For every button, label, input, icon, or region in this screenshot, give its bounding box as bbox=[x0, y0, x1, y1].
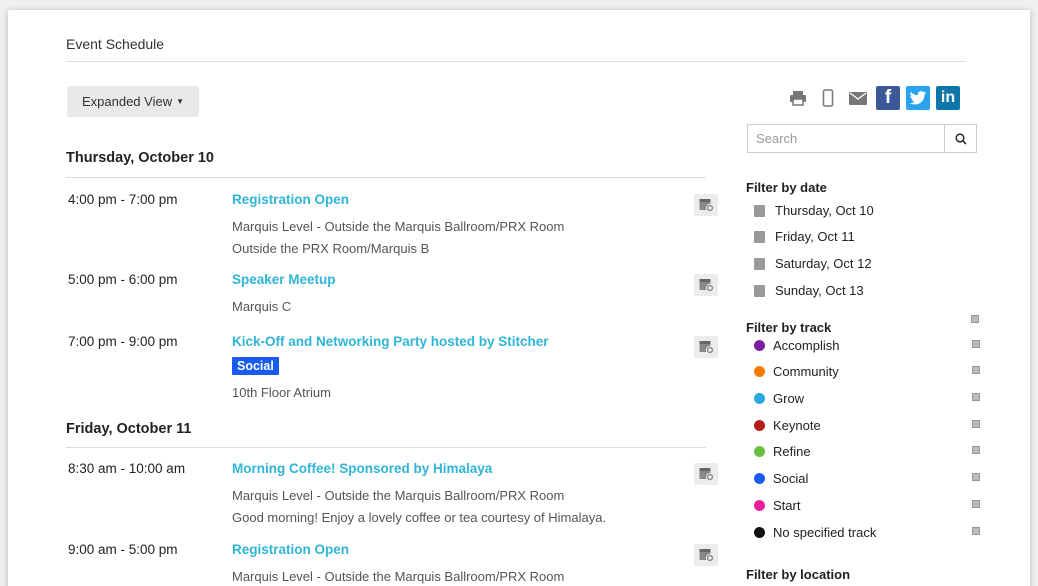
track-color-dot bbox=[754, 393, 765, 404]
search-input[interactable] bbox=[748, 125, 944, 152]
day-header-thursday: Thursday, October 10 bbox=[66, 150, 214, 166]
search-icon bbox=[954, 132, 967, 145]
day-divider bbox=[66, 177, 706, 178]
caret-down-icon: ▼ bbox=[176, 97, 185, 106]
share-toolbar: f in bbox=[786, 86, 960, 110]
email-icon[interactable] bbox=[846, 86, 870, 110]
event-location: Marquis Level - Outside the Marquis Ball… bbox=[232, 219, 565, 234]
date-filter-label: Saturday, Oct 12 bbox=[775, 256, 872, 271]
date-filter-thursday[interactable]: Thursday, Oct 10 bbox=[754, 203, 874, 218]
calendar-icon bbox=[754, 204, 765, 217]
event-title-link[interactable]: Speaker Meetup bbox=[232, 272, 336, 287]
track-checkbox[interactable] bbox=[972, 340, 980, 348]
event-time: 4:00 pm - 7:00 pm bbox=[68, 192, 178, 207]
calendar-icon bbox=[754, 257, 765, 270]
filter-date-heading: Filter by date bbox=[746, 180, 827, 195]
date-filter-saturday[interactable]: Saturday, Oct 12 bbox=[754, 256, 872, 271]
track-checkbox[interactable] bbox=[972, 473, 980, 481]
event-time: 9:00 am - 5:00 pm bbox=[68, 542, 178, 557]
add-to-calendar-button[interactable] bbox=[694, 336, 718, 358]
filter-track-heading: Filter by track bbox=[746, 320, 832, 335]
track-filter-label: Refine bbox=[773, 444, 811, 459]
track-color-dot bbox=[754, 473, 765, 484]
track-filter-item[interactable]: Accomplish bbox=[754, 338, 980, 353]
calendar-add-icon bbox=[699, 279, 714, 292]
track-checkbox[interactable] bbox=[972, 393, 980, 401]
track-color-dot bbox=[754, 446, 765, 457]
add-to-calendar-button[interactable] bbox=[694, 544, 718, 566]
track-filter-item[interactable]: Grow bbox=[754, 391, 980, 406]
track-checkbox[interactable] bbox=[972, 366, 980, 374]
add-to-calendar-button[interactable] bbox=[694, 463, 718, 485]
date-filter-label: Thursday, Oct 10 bbox=[775, 203, 874, 218]
calendar-add-icon bbox=[699, 468, 714, 481]
expanded-view-label: Expanded View bbox=[81, 94, 173, 109]
track-checkbox[interactable] bbox=[972, 446, 980, 454]
day-divider bbox=[66, 447, 706, 448]
print-icon[interactable] bbox=[786, 86, 810, 110]
event-title-link[interactable]: Registration Open bbox=[232, 542, 349, 557]
twitter-icon[interactable] bbox=[906, 86, 930, 110]
day-header-friday: Friday, October 11 bbox=[66, 421, 192, 437]
linkedin-icon[interactable]: in bbox=[936, 86, 960, 110]
calendar-add-icon bbox=[699, 549, 714, 562]
mobile-icon[interactable] bbox=[816, 86, 840, 110]
add-to-calendar-button[interactable] bbox=[694, 194, 718, 216]
date-filter-label: Sunday, Oct 13 bbox=[775, 283, 864, 298]
event-location: Marquis Level - Outside the Marquis Ball… bbox=[232, 488, 565, 503]
facebook-icon[interactable]: f bbox=[876, 86, 900, 110]
filter-location-heading: Filter by location bbox=[746, 567, 851, 582]
calendar-add-icon bbox=[699, 199, 714, 212]
track-color-dot bbox=[754, 527, 765, 538]
event-time: 8:30 am - 10:00 am bbox=[68, 461, 186, 476]
search-field bbox=[747, 124, 977, 153]
event-title-link[interactable]: Kick-Off and Networking Party hosted by … bbox=[232, 334, 549, 349]
expanded-view-dropdown[interactable]: Expanded View ▼ bbox=[67, 86, 199, 117]
add-to-calendar-button[interactable] bbox=[694, 274, 718, 296]
track-filter-item[interactable]: No specified track bbox=[754, 525, 980, 540]
event-title-link[interactable]: Registration Open bbox=[232, 192, 349, 207]
track-filter-label: No specified track bbox=[773, 525, 877, 540]
event-location: Marquis Level - Outside the Marquis Ball… bbox=[232, 569, 565, 584]
track-tag-social[interactable]: Social bbox=[232, 357, 279, 375]
track-color-dot bbox=[754, 500, 765, 511]
calendar-icon bbox=[754, 230, 765, 243]
calendar-icon bbox=[754, 284, 765, 297]
event-description: Outside the PRX Room/Marquis B bbox=[232, 241, 430, 256]
track-filter-item[interactable]: Refine bbox=[754, 444, 980, 459]
track-color-dot bbox=[754, 420, 765, 431]
event-location: 10th Floor Atrium bbox=[232, 385, 331, 400]
select-all-tracks-checkbox[interactable] bbox=[971, 315, 979, 323]
page-title: Event Schedule bbox=[66, 36, 165, 52]
track-filter-item[interactable]: Start bbox=[754, 498, 980, 513]
track-filter-label: Keynote bbox=[773, 418, 821, 433]
track-checkbox[interactable] bbox=[972, 527, 980, 535]
track-filter-label: Social bbox=[773, 471, 809, 486]
calendar-add-icon bbox=[699, 341, 714, 354]
track-checkbox[interactable] bbox=[972, 500, 980, 508]
track-filter-label: Community bbox=[773, 364, 839, 379]
track-filter-label: Grow bbox=[773, 391, 805, 406]
track-filter-label: Start bbox=[773, 498, 801, 513]
event-time: 7:00 pm - 9:00 pm bbox=[68, 334, 178, 349]
track-filter-item[interactable]: Keynote bbox=[754, 418, 980, 433]
search-button[interactable] bbox=[944, 125, 976, 152]
event-time: 5:00 pm - 6:00 pm bbox=[68, 272, 178, 287]
track-filter-label: Accomplish bbox=[773, 338, 840, 353]
title-divider bbox=[66, 61, 966, 62]
date-filter-friday[interactable]: Friday, Oct 11 bbox=[754, 229, 855, 244]
date-filter-label: Friday, Oct 11 bbox=[775, 229, 855, 244]
track-filter-item[interactable]: Social bbox=[754, 471, 980, 486]
track-filter-item[interactable]: Community bbox=[754, 364, 980, 379]
date-filter-sunday[interactable]: Sunday, Oct 13 bbox=[754, 283, 864, 298]
event-title-link[interactable]: Morning Coffee! Sponsored by Himalaya bbox=[232, 461, 492, 476]
track-checkbox[interactable] bbox=[972, 420, 980, 428]
event-location: Marquis C bbox=[232, 299, 292, 314]
track-color-dot bbox=[754, 340, 765, 351]
track-color-dot bbox=[754, 366, 765, 377]
event-description: Good morning! Enjoy a lovely coffee or t… bbox=[232, 510, 607, 525]
